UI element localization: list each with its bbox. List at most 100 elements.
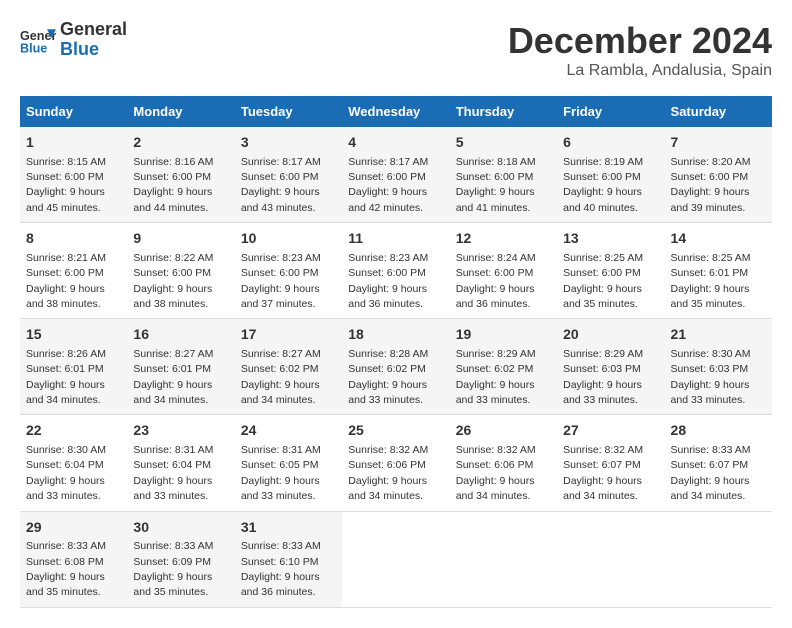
day-number: 13 [563, 229, 658, 249]
sunrise-info: Sunrise: 8:21 AM [26, 252, 106, 264]
calendar-week-row: 8 Sunrise: 8:21 AM Sunset: 6:00 PM Dayli… [20, 223, 772, 319]
sunset-info: Sunset: 6:07 PM [671, 459, 749, 471]
calendar-cell: 13 Sunrise: 8:25 AM Sunset: 6:00 PM Dayl… [557, 223, 664, 319]
day-number: 14 [671, 229, 766, 249]
daylight-info: Daylight: 9 hours and 33 minutes. [348, 379, 427, 406]
sunset-info: Sunset: 6:00 PM [26, 171, 104, 183]
sunset-info: Sunset: 6:09 PM [133, 556, 211, 568]
sunrise-info: Sunrise: 8:20 AM [671, 156, 751, 168]
sunrise-info: Sunrise: 8:33 AM [671, 444, 751, 456]
calendar-cell: 27 Sunrise: 8:32 AM Sunset: 6:07 PM Dayl… [557, 415, 664, 511]
daylight-info: Daylight: 9 hours and 35 minutes. [563, 283, 642, 310]
day-number: 1 [26, 133, 121, 153]
daylight-info: Daylight: 9 hours and 45 minutes. [26, 186, 105, 213]
day-number: 31 [241, 518, 336, 538]
day-number: 22 [26, 421, 121, 441]
calendar-cell: 1 Sunrise: 8:15 AM Sunset: 6:00 PM Dayli… [20, 127, 127, 223]
daylight-info: Daylight: 9 hours and 42 minutes. [348, 186, 427, 213]
calendar-cell: 28 Sunrise: 8:33 AM Sunset: 6:07 PM Dayl… [665, 415, 772, 511]
sunrise-info: Sunrise: 8:29 AM [456, 348, 536, 360]
day-number: 6 [563, 133, 658, 153]
daylight-info: Daylight: 9 hours and 38 minutes. [26, 283, 105, 310]
col-header-saturday: Saturday [665, 96, 772, 127]
sunrise-info: Sunrise: 8:31 AM [241, 444, 321, 456]
calendar-cell: 26 Sunrise: 8:32 AM Sunset: 6:06 PM Dayl… [450, 415, 557, 511]
sunset-info: Sunset: 6:02 PM [241, 363, 319, 375]
sunrise-info: Sunrise: 8:23 AM [241, 252, 321, 264]
sunrise-info: Sunrise: 8:15 AM [26, 156, 106, 168]
calendar-cell [557, 511, 664, 607]
sunset-info: Sunset: 6:00 PM [563, 171, 641, 183]
day-number: 11 [348, 229, 443, 249]
calendar-cell: 11 Sunrise: 8:23 AM Sunset: 6:00 PM Dayl… [342, 223, 449, 319]
sunset-info: Sunset: 6:00 PM [456, 171, 534, 183]
location-title: La Rambla, Andalusia, Spain [508, 62, 772, 80]
calendar-cell: 25 Sunrise: 8:32 AM Sunset: 6:06 PM Dayl… [342, 415, 449, 511]
daylight-info: Daylight: 9 hours and 36 minutes. [456, 283, 535, 310]
sunset-info: Sunset: 6:07 PM [563, 459, 641, 471]
sunrise-info: Sunrise: 8:24 AM [456, 252, 536, 264]
sunrise-info: Sunrise: 8:30 AM [671, 348, 751, 360]
sunset-info: Sunset: 6:10 PM [241, 556, 319, 568]
sunset-info: Sunset: 6:03 PM [671, 363, 749, 375]
calendar-cell: 5 Sunrise: 8:18 AM Sunset: 6:00 PM Dayli… [450, 127, 557, 223]
calendar-cell: 16 Sunrise: 8:27 AM Sunset: 6:01 PM Dayl… [127, 319, 234, 415]
sunset-info: Sunset: 6:08 PM [26, 556, 104, 568]
day-number: 26 [456, 421, 551, 441]
sunrise-info: Sunrise: 8:17 AM [348, 156, 428, 168]
calendar-cell: 19 Sunrise: 8:29 AM Sunset: 6:02 PM Dayl… [450, 319, 557, 415]
logo-line1: General [60, 20, 127, 40]
calendar-week-row: 1 Sunrise: 8:15 AM Sunset: 6:00 PM Dayli… [20, 127, 772, 223]
daylight-info: Daylight: 9 hours and 37 minutes. [241, 283, 320, 310]
calendar-cell: 8 Sunrise: 8:21 AM Sunset: 6:00 PM Dayli… [20, 223, 127, 319]
day-number: 23 [133, 421, 228, 441]
day-number: 2 [133, 133, 228, 153]
day-number: 24 [241, 421, 336, 441]
sunrise-info: Sunrise: 8:31 AM [133, 444, 213, 456]
sunrise-info: Sunrise: 8:17 AM [241, 156, 321, 168]
daylight-info: Daylight: 9 hours and 35 minutes. [26, 571, 105, 598]
day-number: 8 [26, 229, 121, 249]
day-number: 9 [133, 229, 228, 249]
day-number: 21 [671, 325, 766, 345]
sunrise-info: Sunrise: 8:29 AM [563, 348, 643, 360]
month-title: December 2024 [508, 20, 772, 62]
sunset-info: Sunset: 6:00 PM [563, 267, 641, 279]
sunset-info: Sunset: 6:04 PM [133, 459, 211, 471]
calendar-cell: 22 Sunrise: 8:30 AM Sunset: 6:04 PM Dayl… [20, 415, 127, 511]
daylight-info: Daylight: 9 hours and 33 minutes. [133, 475, 212, 502]
logo-line2: Blue [60, 40, 127, 60]
daylight-info: Daylight: 9 hours and 34 minutes. [26, 379, 105, 406]
sunset-info: Sunset: 6:00 PM [26, 267, 104, 279]
daylight-info: Daylight: 9 hours and 40 minutes. [563, 186, 642, 213]
col-header-tuesday: Tuesday [235, 96, 342, 127]
calendar-cell [342, 511, 449, 607]
sunrise-info: Sunrise: 8:25 AM [671, 252, 751, 264]
calendar-cell: 6 Sunrise: 8:19 AM Sunset: 6:00 PM Dayli… [557, 127, 664, 223]
page-header: General Blue General Blue December 2024 … [20, 20, 772, 80]
day-number: 12 [456, 229, 551, 249]
sunset-info: Sunset: 6:03 PM [563, 363, 641, 375]
daylight-info: Daylight: 9 hours and 38 minutes. [133, 283, 212, 310]
sunrise-info: Sunrise: 8:30 AM [26, 444, 106, 456]
day-number: 30 [133, 518, 228, 538]
sunrise-info: Sunrise: 8:33 AM [26, 540, 106, 552]
day-number: 28 [671, 421, 766, 441]
calendar-table: SundayMondayTuesdayWednesdayThursdayFrid… [20, 96, 772, 608]
calendar-cell [450, 511, 557, 607]
daylight-info: Daylight: 9 hours and 33 minutes. [241, 475, 320, 502]
sunrise-info: Sunrise: 8:22 AM [133, 252, 213, 264]
sunrise-info: Sunrise: 8:33 AM [241, 540, 321, 552]
sunset-info: Sunset: 6:00 PM [671, 171, 749, 183]
col-header-monday: Monday [127, 96, 234, 127]
daylight-info: Daylight: 9 hours and 36 minutes. [241, 571, 320, 598]
calendar-cell: 29 Sunrise: 8:33 AM Sunset: 6:08 PM Dayl… [20, 511, 127, 607]
sunset-info: Sunset: 6:05 PM [241, 459, 319, 471]
sunrise-info: Sunrise: 8:33 AM [133, 540, 213, 552]
day-number: 25 [348, 421, 443, 441]
sunset-info: Sunset: 6:00 PM [348, 171, 426, 183]
calendar-cell: 23 Sunrise: 8:31 AM Sunset: 6:04 PM Dayl… [127, 415, 234, 511]
daylight-info: Daylight: 9 hours and 33 minutes. [563, 379, 642, 406]
calendar-cell: 9 Sunrise: 8:22 AM Sunset: 6:00 PM Dayli… [127, 223, 234, 319]
calendar-cell: 21 Sunrise: 8:30 AM Sunset: 6:03 PM Dayl… [665, 319, 772, 415]
